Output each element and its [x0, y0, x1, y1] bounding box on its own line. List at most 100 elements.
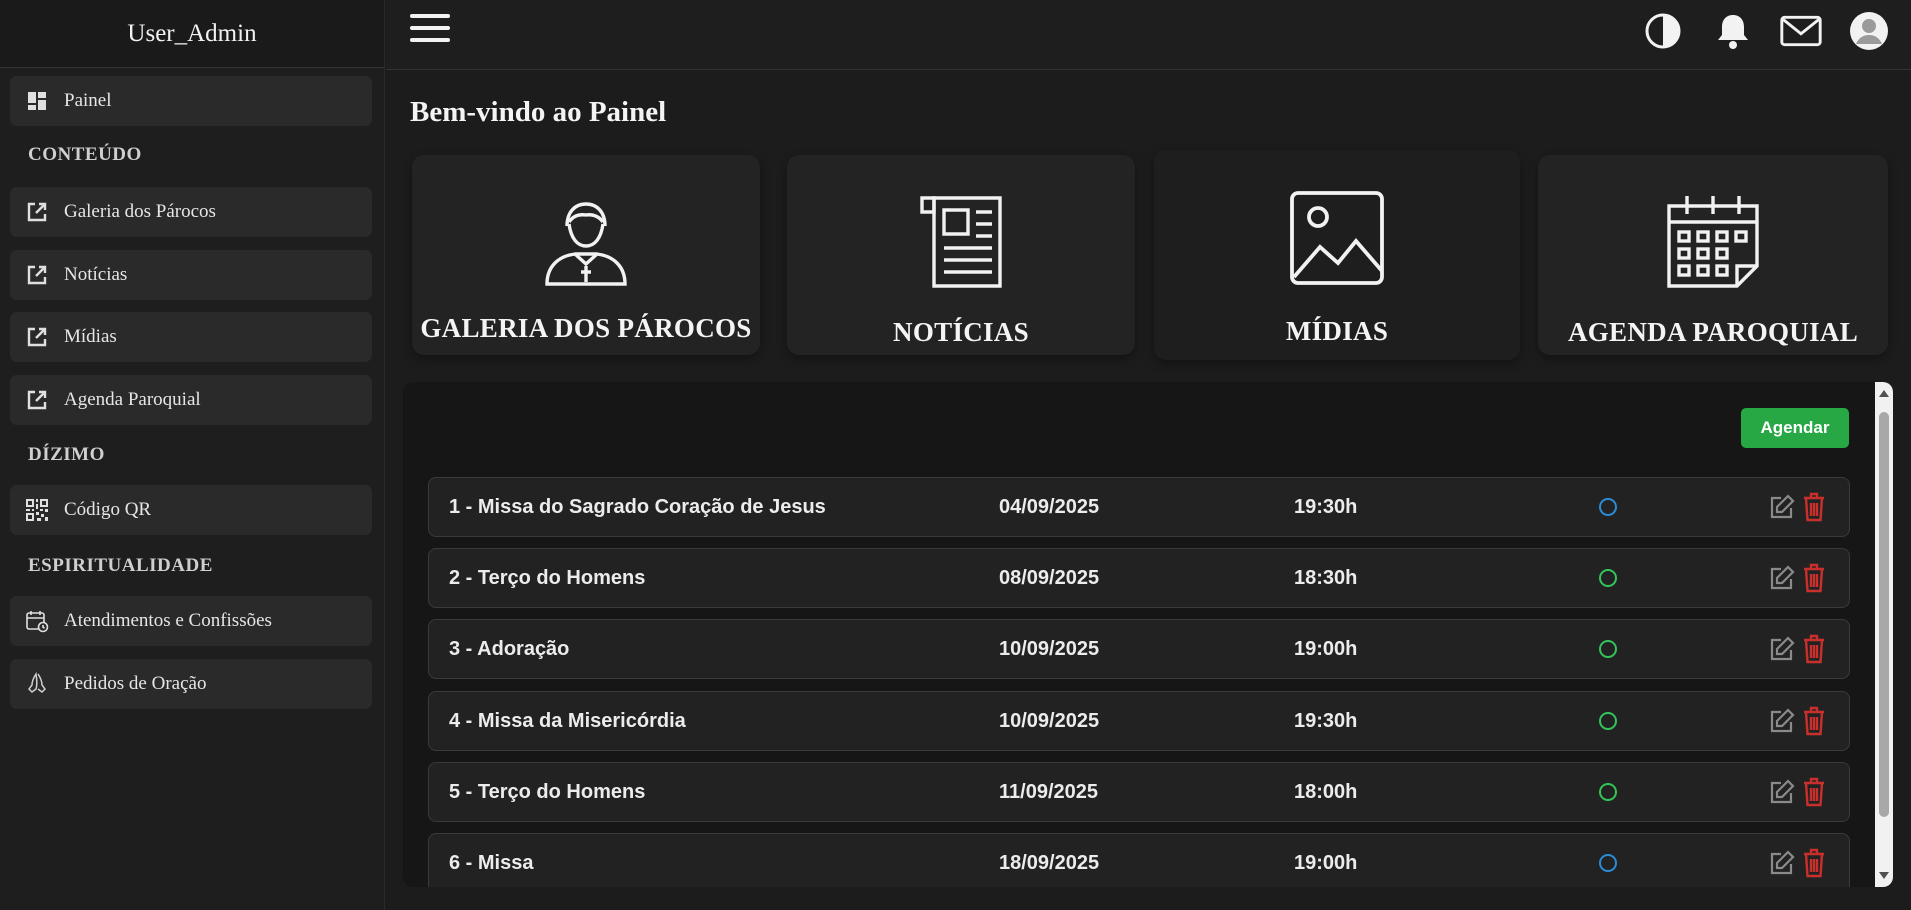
- sidebar-item-pedidos[interactable]: Pedidos de Oração: [10, 659, 372, 709]
- sidebar-item-galeria[interactable]: Galeria dos Párocos: [10, 187, 372, 237]
- newspaper-icon: [916, 191, 1006, 291]
- event-time: 19:00h: [1294, 852, 1358, 874]
- event-time: 19:00h: [1294, 638, 1358, 660]
- card-label: GALERIA DOS PÁROCOS: [420, 313, 752, 343]
- contrast-icon[interactable]: [1642, 10, 1684, 52]
- event-name: 6 - Missa: [449, 852, 534, 874]
- edit-icon[interactable]: [1769, 708, 1795, 734]
- event-date: 18/09/2025: [999, 852, 1100, 874]
- trash-icon[interactable]: [1802, 563, 1828, 593]
- edit-icon[interactable]: [1769, 636, 1795, 662]
- sidebar-item-label: Agenda Paroquial: [64, 389, 201, 410]
- trash-icon[interactable]: [1802, 492, 1828, 522]
- trash-icon[interactable]: [1802, 634, 1828, 664]
- event-name: 3 - Adoração: [449, 638, 570, 660]
- sidebar-item-label: Atendimentos e Confissões: [64, 610, 272, 631]
- dashboard-icon: [24, 88, 50, 114]
- card-label: NOTÍCIAS: [893, 317, 1029, 347]
- sidebar-item-label: Notícias: [64, 264, 128, 285]
- hamburger-line: [410, 14, 450, 18]
- external-link-icon: [24, 387, 50, 413]
- trash-icon[interactable]: [1802, 848, 1828, 878]
- event-time: 19:30h: [1294, 710, 1358, 732]
- status-icon: [1599, 712, 1617, 730]
- user-name: User_Admin: [127, 19, 257, 47]
- sidebar-item-midias[interactable]: Mídias: [10, 312, 372, 362]
- external-link-icon: [24, 262, 50, 288]
- agenda-panel: Agendar 1 - Missa do Sagrado Coração de …: [403, 382, 1893, 887]
- agendar-button[interactable]: Agendar: [1741, 408, 1849, 448]
- sidebar-item-label: Pedidos de Oração: [64, 673, 207, 694]
- bell-icon[interactable]: [1712, 10, 1754, 52]
- menu-toggle-button[interactable]: [410, 14, 450, 46]
- external-link-icon: [24, 199, 50, 225]
- sidebar-header: User_Admin: [0, 0, 384, 68]
- status-icon: [1599, 640, 1617, 658]
- avatar-icon[interactable]: [1848, 10, 1890, 52]
- status-icon: [1599, 854, 1617, 872]
- table-row[interactable]: 5 - Terço do Homens 11/09/2025 18:00h: [428, 762, 1850, 822]
- scroll-up-icon[interactable]: [1879, 390, 1889, 397]
- sidebar-item-atendimentos[interactable]: Atendimentos e Confissões: [10, 596, 372, 646]
- sidebar-item-label: Código QR: [64, 499, 152, 520]
- card-midias[interactable]: MÍDIAS: [1154, 150, 1520, 360]
- praying-hands-icon: [24, 671, 50, 697]
- card-galeria[interactable]: GALERIA DOS PÁROCOS: [412, 155, 760, 355]
- sidebar: User_Admin Painel CONTEÚDO Galeria dos P…: [0, 0, 385, 910]
- event-date: 10/09/2025: [999, 710, 1100, 732]
- event-name: 4 - Missa da Misericórdia: [449, 710, 686, 732]
- status-icon: [1599, 783, 1617, 801]
- sidebar-item-label: Painel: [64, 90, 112, 111]
- card-label: MÍDIAS: [1285, 316, 1389, 346]
- event-name: 1 - Missa do Sagrado Coração de Jesus: [449, 496, 826, 518]
- edit-icon[interactable]: [1769, 850, 1795, 876]
- calendar-clock-icon: [24, 608, 50, 634]
- edit-icon[interactable]: [1769, 565, 1795, 591]
- status-icon: [1599, 498, 1617, 516]
- image-icon: [1288, 188, 1386, 288]
- event-name: 5 - Terço do Homens: [449, 781, 646, 803]
- event-date: 10/09/2025: [999, 638, 1100, 660]
- event-time: 19:30h: [1294, 496, 1358, 518]
- priest-icon: [539, 191, 633, 291]
- section-espiritualidade: ESPIRITUALIDADE: [28, 555, 213, 576]
- event-name: 2 - Terço do Homens: [449, 567, 646, 589]
- trash-icon[interactable]: [1802, 706, 1828, 736]
- card-noticias[interactable]: NOTÍCIAS: [787, 155, 1135, 355]
- hamburger-line: [410, 26, 450, 30]
- card-agenda[interactable]: AGENDA PAROQUIAL: [1538, 155, 1888, 355]
- scrollbar[interactable]: [1875, 382, 1893, 887]
- qr-code-icon: [24, 497, 50, 523]
- calendar-icon: [1663, 191, 1763, 291]
- table-row[interactable]: 1 - Missa do Sagrado Coração de Jesus 04/…: [428, 477, 1850, 537]
- edit-icon[interactable]: [1769, 779, 1795, 805]
- card-label: AGENDA PAROQUIAL: [1567, 317, 1859, 347]
- mail-icon[interactable]: [1780, 10, 1822, 52]
- sidebar-item-label: Mídias: [64, 326, 117, 347]
- status-icon: [1599, 569, 1617, 587]
- scroll-thumb[interactable]: [1879, 412, 1889, 817]
- event-time: 18:00h: [1294, 781, 1358, 803]
- section-dizimo: DÍZIMO: [28, 444, 105, 465]
- sidebar-item-label: Galeria dos Párocos: [64, 201, 216, 222]
- scroll-down-icon[interactable]: [1879, 872, 1889, 879]
- event-date: 04/09/2025: [999, 496, 1100, 518]
- table-row[interactable]: 3 - Adoração 10/09/2025 19:00h: [428, 619, 1850, 679]
- event-date: 08/09/2025: [999, 567, 1100, 589]
- page-title: Bem-vindo ao Painel: [410, 96, 667, 128]
- edit-icon[interactable]: [1769, 494, 1795, 520]
- trash-icon[interactable]: [1802, 777, 1828, 807]
- table-row[interactable]: 2 - Terço do Homens 08/09/2025 18:30h: [428, 548, 1850, 608]
- hamburger-line: [410, 38, 450, 42]
- sidebar-item-painel[interactable]: Painel: [10, 76, 372, 126]
- event-date: 11/09/2025: [999, 781, 1098, 803]
- section-conteudo: CONTEÚDO: [28, 144, 142, 165]
- sidebar-item-codigo-qr[interactable]: Código QR: [10, 485, 372, 535]
- table-row[interactable]: 6 - Missa 18/09/2025 19:00h: [428, 833, 1850, 887]
- external-link-icon: [24, 324, 50, 350]
- topbar: [386, 0, 1911, 70]
- event-time: 18:30h: [1294, 567, 1358, 589]
- table-row[interactable]: 4 - Missa da Misericórdia 10/09/2025 19:30…: [428, 691, 1850, 751]
- sidebar-item-agenda[interactable]: Agenda Paroquial: [10, 375, 372, 425]
- sidebar-item-noticias[interactable]: Notícias: [10, 250, 372, 300]
